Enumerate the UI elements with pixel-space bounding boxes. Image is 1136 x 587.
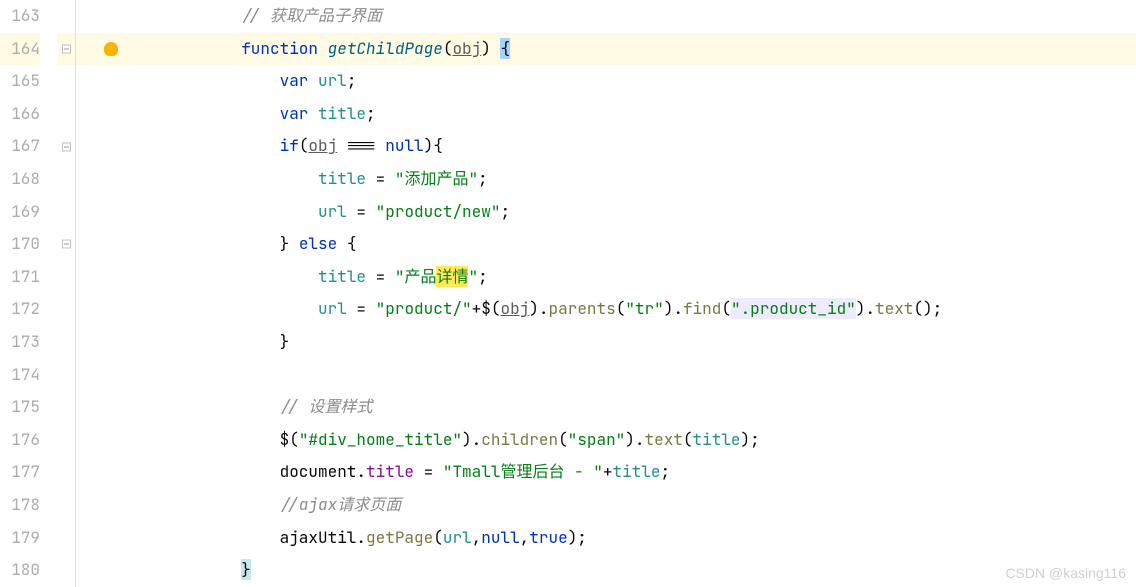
function-name: getChildPage [328,38,443,59]
string-literal: "Tmall管理后台 - " [443,461,603,482]
identifier: title [318,168,366,189]
line-number[interactable]: 172 [0,293,40,326]
property: title [366,461,414,482]
string-literal: ".product_id" [731,298,856,319]
code-line[interactable]: url = "product/"+$(obj).parents("tr").fi… [126,293,1136,326]
keyword-function: function [241,38,318,59]
code-line[interactable] [126,359,1136,392]
keyword-true: true [529,527,567,548]
string-literal: "product/new" [376,201,501,222]
comment: // 设置样式 [280,396,373,417]
code-line[interactable]: var url; [126,65,1136,98]
identifier: url [443,527,472,548]
parameter: obj [452,38,481,59]
method-call: getPage [366,527,433,548]
code-line[interactable]: //ajax请求页面 [126,489,1136,522]
code-line[interactable]: } else { [126,228,1136,261]
identifier: title [612,461,660,482]
string-literal: "添加产品" [395,168,478,189]
string-literal: "产品 [395,266,437,287]
code-line[interactable]: url = "product/new"; [126,196,1136,229]
identifier: document [280,461,357,482]
method-call: text [645,429,683,450]
comment: // 获取产品子界面 [241,5,382,26]
string-literal: "#div_home_title" [299,429,462,450]
line-number[interactable]: 171 [0,261,40,294]
identifier: title [318,103,366,124]
identifier: url [318,201,347,222]
line-number[interactable]: 176 [0,424,40,457]
lightbulb-icon[interactable] [104,42,118,56]
fold-column [58,0,76,587]
line-number[interactable]: 180 [0,554,40,587]
line-number[interactable]: 164 [0,33,40,66]
method-call: children [481,429,558,450]
line-number-column: 163 164 165 166 167 168 169 170 171 172 … [0,0,58,587]
line-number[interactable]: 175 [0,391,40,424]
fold-toggle-icon[interactable] [62,142,71,151]
keyword-var: var [280,103,309,124]
code-line[interactable]: title = "产品详情"; [126,261,1136,294]
line-number[interactable]: 166 [0,98,40,131]
line-number[interactable]: 179 [0,522,40,555]
line-number[interactable]: 173 [0,326,40,359]
identifier: url [318,298,347,319]
code-line[interactable]: } [126,326,1136,359]
icon-column [76,0,126,587]
line-number[interactable]: 174 [0,359,40,392]
method-call: parents [549,298,616,319]
watermark: CSDN @kasing116 [1005,565,1126,581]
identifier: title [318,266,366,287]
method-call: find [683,298,721,319]
code-line[interactable]: // 获取产品子界面 [126,0,1136,33]
string-literal: "product/" [376,298,472,319]
code-line[interactable]: // 设置样式 [126,391,1136,424]
line-number[interactable]: 178 [0,489,40,522]
line-number[interactable]: 165 [0,65,40,98]
code-area[interactable]: // 获取产品子界面 function getChildPage(obj) { … [126,0,1136,587]
parameter: obj [308,135,337,156]
identifier: ajaxUtil [280,527,357,548]
method-call: text [875,298,913,319]
code-line[interactable]: $("#div_home_title").children("span").te… [126,424,1136,457]
code-line[interactable]: title = "添加产品"; [126,163,1136,196]
keyword-if: if [280,135,299,156]
identifier: title [693,429,741,450]
comment: //ajax请求页面 [280,494,402,515]
line-number[interactable]: 167 [0,130,40,163]
line-number[interactable]: 163 [0,0,40,33]
line-number[interactable]: 170 [0,228,40,261]
code-line[interactable]: var title; [126,98,1136,131]
search-highlight: 详情 [436,266,468,287]
string-literal: "span" [568,429,626,450]
keyword-else: else [299,233,337,254]
line-number[interactable]: 169 [0,196,40,229]
cursor-position: { [500,38,510,59]
code-line[interactable]: } [126,554,1136,587]
identifier: url [318,70,347,91]
fold-toggle-icon[interactable] [62,44,71,53]
code-line[interactable]: if(obj === null){ [126,130,1136,163]
keyword-var: var [280,70,309,91]
line-number[interactable]: 168 [0,163,40,196]
keyword-null: null [385,135,423,156]
string-literal: "tr" [625,298,663,319]
parameter: obj [500,298,529,319]
code-line[interactable]: ajaxUtil.getPage(url,null,true); [126,522,1136,555]
code-editor: 163 164 165 166 167 168 169 170 171 172 … [0,0,1136,587]
code-line[interactable]: document.title = "Tmall管理后台 - "+title; [126,456,1136,489]
keyword-null: null [481,527,519,548]
code-line[interactable]: function getChildPage(obj) { [126,33,1136,66]
matching-brace: } [241,559,251,580]
gutter: 163 164 165 166 167 168 169 170 171 172 … [0,0,126,587]
line-number[interactable]: 177 [0,456,40,489]
fold-toggle-icon[interactable] [62,240,71,249]
